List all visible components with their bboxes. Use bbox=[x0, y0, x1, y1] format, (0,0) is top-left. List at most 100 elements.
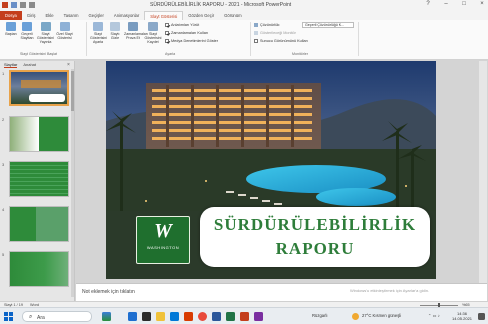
search-icon: ⌕ bbox=[29, 314, 33, 320]
maximize-button[interactable]: □ bbox=[460, 1, 468, 7]
minimize-button[interactable]: – bbox=[442, 1, 450, 7]
close-panel-icon[interactable]: × bbox=[67, 62, 70, 68]
taskbar-search[interactable]: ⌕ Ara bbox=[22, 311, 92, 322]
powerpoint-window: SÜRDÜRÜLEBİLİRLİK RAPORU - 2021 - Micros… bbox=[0, 0, 488, 324]
from-beginning-button[interactable]: Baştan bbox=[4, 22, 18, 36]
windows-taskbar: ⌕ Ara Rüzgarlı 27°C Kısmen güneşli ⌃ ▭ ♪… bbox=[0, 307, 488, 324]
play-narrations-checkbox[interactable]: Anlatımları Yürüt bbox=[165, 23, 199, 27]
setup-show-icon bbox=[93, 22, 103, 31]
tab-animations[interactable]: Animasyonlar bbox=[109, 11, 144, 20]
slide-thumbnail-5[interactable]: 5 bbox=[0, 251, 72, 291]
rehearse-icon bbox=[128, 22, 138, 31]
slide-thumbnail-3[interactable]: 3 bbox=[0, 161, 72, 201]
window-title: SÜRDÜRÜLEBİLİRLİK RAPORU - 2021 - Micros… bbox=[150, 2, 292, 8]
undo-icon[interactable] bbox=[20, 2, 26, 8]
play-start-icon bbox=[6, 22, 16, 31]
slide-thumbnail-4[interactable]: 4 bbox=[0, 206, 72, 246]
slide-canvas[interactable]: W WASHINGTON SÜRDÜRÜLEBİLİRLİK RAPORU bbox=[106, 61, 436, 279]
slide-thumbnail-1[interactable]: 1 bbox=[0, 70, 72, 110]
tab-outline[interactable]: Anahat bbox=[23, 62, 36, 68]
washington-logo: W WASHINGTON bbox=[136, 216, 190, 264]
tray-icons[interactable]: ⌃ ▭ ♪ bbox=[428, 313, 440, 318]
windows-start-icon[interactable] bbox=[4, 312, 13, 321]
word-icon[interactable] bbox=[212, 312, 221, 321]
app-icon[interactable] bbox=[254, 312, 263, 321]
tab-file[interactable]: Dosya bbox=[0, 11, 22, 20]
play-current-icon bbox=[22, 22, 32, 31]
tab-slides[interactable]: Slaytlar bbox=[4, 62, 18, 68]
use-timings-checkbox[interactable]: Zamanlamaları Kullan bbox=[165, 31, 208, 35]
slide-counter: Slayt 1 / 19 bbox=[4, 302, 23, 307]
tab-insert[interactable]: Ekle bbox=[40, 11, 58, 20]
tab-transitions[interactable]: Geçişler bbox=[84, 11, 109, 20]
record-show-button[interactable]: Slayt Gösterisini Kaydet bbox=[144, 22, 162, 44]
title-banner[interactable]: SÜRDÜRÜLEBİLİRLİK RAPORU bbox=[200, 207, 430, 267]
from-current-button[interactable]: Geçerli Slayttan bbox=[20, 22, 34, 40]
record-icon bbox=[148, 22, 158, 31]
quick-access-toolbar bbox=[2, 2, 35, 8]
group-setup-label: Ayarla bbox=[165, 52, 176, 56]
group-separator bbox=[86, 22, 87, 56]
redo-icon[interactable] bbox=[29, 2, 35, 8]
broadcast-button[interactable]: Slayt Gösterisini Yayınla bbox=[37, 22, 54, 44]
group-separator bbox=[250, 22, 251, 56]
office-icon[interactable] bbox=[184, 312, 193, 321]
save-icon[interactable] bbox=[11, 2, 17, 8]
taskbar-clock[interactable]: 14:36 14.05.2021 bbox=[452, 311, 472, 321]
task-view-icon[interactable] bbox=[142, 312, 151, 321]
temperature[interactable]: 27°C Kısmen güneşli bbox=[362, 313, 401, 318]
powerpoint-logo-icon bbox=[2, 2, 8, 8]
monitor-icon bbox=[254, 31, 258, 35]
monitor-icon bbox=[254, 23, 258, 27]
chrome-icon[interactable] bbox=[198, 312, 207, 321]
broadcast-icon bbox=[40, 22, 51, 31]
theme-name: Word bbox=[30, 302, 40, 307]
zoom-slider[interactable] bbox=[420, 303, 458, 307]
close-button[interactable]: × bbox=[478, 1, 486, 7]
excel-icon[interactable] bbox=[226, 312, 235, 321]
setup-show-button[interactable]: Slayt Gösterisini Ayarla bbox=[90, 22, 107, 44]
group-separator bbox=[358, 22, 359, 56]
tab-view[interactable]: Görünüm bbox=[219, 11, 246, 20]
slide-editing-area[interactable]: W WASHINGTON SÜRDÜRÜLEBİLİRLİK RAPORU bbox=[76, 61, 476, 283]
slide-thumbnail-panel: Slaytlar Anahat × 1 2 3 4 5 bbox=[0, 61, 75, 301]
presenter-view-checkbox[interactable]: Sunucu Görünümünü Kullan bbox=[254, 39, 308, 43]
store-icon[interactable] bbox=[170, 312, 179, 321]
slide-thumbnail-2[interactable]: 2 bbox=[0, 116, 72, 156]
notifications-icon[interactable] bbox=[478, 313, 485, 320]
slide-title-line-2[interactable]: RAPORU bbox=[200, 239, 430, 259]
tab-review[interactable]: Gözden Geçir bbox=[183, 11, 219, 20]
panel-scrollbar[interactable] bbox=[71, 69, 74, 297]
custom-show-button[interactable]: Özel Slayt Gösterisi bbox=[56, 22, 73, 40]
show-on-dropdown[interactable]: Gösterileceği Monitör bbox=[254, 31, 296, 35]
ribbon: Baştan Geçerli Slayttan Slayt Gösterisin… bbox=[0, 20, 488, 60]
zoom-level[interactable]: %65 bbox=[462, 303, 470, 307]
help-button[interactable]: ? bbox=[424, 1, 432, 7]
file-explorer-icon[interactable] bbox=[156, 312, 165, 321]
sun-icon bbox=[352, 313, 359, 320]
hide-slide-icon bbox=[110, 22, 120, 31]
notes-placeholder[interactable]: Not eklemek için tıklatın bbox=[82, 289, 135, 295]
logo-text: WASHINGTON bbox=[146, 245, 180, 250]
slide-scrollbar[interactable] bbox=[479, 61, 487, 283]
group-start-label: Slayt Gösterisini Başlat bbox=[20, 52, 57, 56]
resolution-label: Çözünürlük: bbox=[254, 23, 280, 27]
scrollbar-thumb[interactable] bbox=[71, 71, 74, 111]
rehearse-timings-button[interactable]: Zamanlamaları Prova Et bbox=[124, 22, 148, 40]
powerpoint-taskbar-icon[interactable] bbox=[240, 312, 249, 321]
logo-monogram: W bbox=[154, 220, 172, 242]
tab-home[interactable]: Giriş bbox=[22, 11, 41, 20]
tab-slideshow[interactable]: Slayt Gösterisi bbox=[144, 11, 184, 20]
edge-icon[interactable] bbox=[128, 312, 137, 321]
weather-status[interactable]: Rüzgarlı bbox=[312, 313, 328, 318]
ribbon-tabs: Dosya Giriş Ekle Tasarım Geçişler Animas… bbox=[0, 11, 488, 20]
group-monitors-label: Monitörler bbox=[292, 52, 308, 56]
landscape-app-icon[interactable] bbox=[102, 312, 111, 321]
show-media-controls-checkbox[interactable]: Medya Denetimlerini Göster bbox=[165, 39, 218, 43]
activation-watermark: Windows'u etkinleştirmek için Ayarlar'a … bbox=[350, 288, 430, 293]
hide-slide-button[interactable]: Slaytı Gizle bbox=[108, 22, 122, 40]
tab-design[interactable]: Tasarım bbox=[59, 11, 84, 20]
title-bar: SÜRDÜRÜLEBİLİRLİK RAPORU - 2021 - Micros… bbox=[0, 0, 488, 11]
slide-title-line-1[interactable]: SÜRDÜRÜLEBİLİRLİK bbox=[200, 215, 430, 235]
resolution-dropdown[interactable]: Geçerli Çözünürlüğü K... bbox=[302, 22, 354, 28]
